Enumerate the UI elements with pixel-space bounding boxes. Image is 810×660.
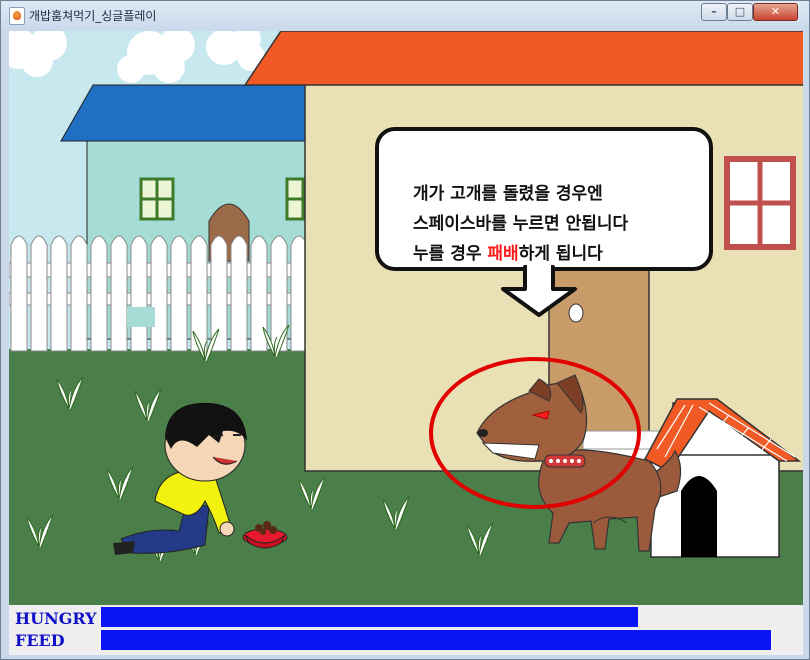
fence-picket [90, 235, 108, 352]
fence-picket [50, 235, 68, 352]
fence-picket [110, 235, 128, 352]
feed-bar-fill [101, 630, 771, 650]
minimize-icon: – [711, 5, 717, 18]
speech-bubble-text: 개가 고개를 돌렸을 경우엔 스페이스바를 누르면 안됩니다 누를 경우 패배하… [413, 179, 703, 269]
maximize-button[interactable]: □ [727, 3, 753, 21]
fence-picket [230, 235, 248, 352]
java-app-icon [9, 7, 25, 25]
feed-label: FEED [15, 631, 65, 650]
bubble-line-3-after: 하게 됩니다 [518, 244, 603, 264]
bubble-line-2: 스페이스바를 누르면 안됩니다 [413, 214, 629, 234]
feed-bar [101, 630, 781, 650]
hungry-label: HUNGRY [15, 609, 97, 628]
bubble-line-3-before: 누를 경우 [413, 244, 488, 264]
close-icon: ✕ [770, 5, 781, 18]
close-button[interactable]: ✕ [753, 3, 798, 21]
fence-picket [130, 235, 148, 352]
fence-picket [210, 235, 228, 352]
fence-pickets [10, 235, 308, 352]
fence-picket [150, 235, 168, 352]
hungry-bar [101, 607, 781, 627]
title-bar[interactable]: 개밥훔쳐먹기_싱글플레이 – □ ✕ [1, 1, 809, 31]
bubble-line-3: 누를 경우 패배하게 됩니다 [413, 239, 703, 269]
scene-canvas [9, 31, 803, 605]
house-window [724, 156, 796, 250]
window-left [139, 177, 175, 221]
fence-gap [127, 307, 155, 327]
hungry-bar-fill [101, 607, 639, 627]
fence-picket [170, 235, 188, 352]
minimize-button[interactable]: – [701, 3, 727, 21]
fence-picket [10, 235, 28, 352]
maximize-icon: □ [734, 5, 746, 18]
fence-picket [70, 235, 88, 352]
game-window: 개밥훔쳐먹기_싱글플레이 – □ ✕ 개가 고개를 돌렸을 경우엔 스페이스바를… [0, 0, 810, 660]
defeat-highlight-text: 패배 [487, 244, 519, 264]
fence-picket [30, 235, 48, 352]
game-scene[interactable]: 개가 고개를 돌렸을 경우엔 스페이스바를 누르면 안됩니다 누를 경우 패배하… [9, 31, 803, 605]
bubble-line-1: 개가 고개를 돌렸을 경우엔 [413, 184, 603, 204]
status-panel: HUNGRY FEED [9, 605, 803, 655]
window-title: 개밥훔쳐먹기_싱글플레이 [29, 9, 157, 23]
